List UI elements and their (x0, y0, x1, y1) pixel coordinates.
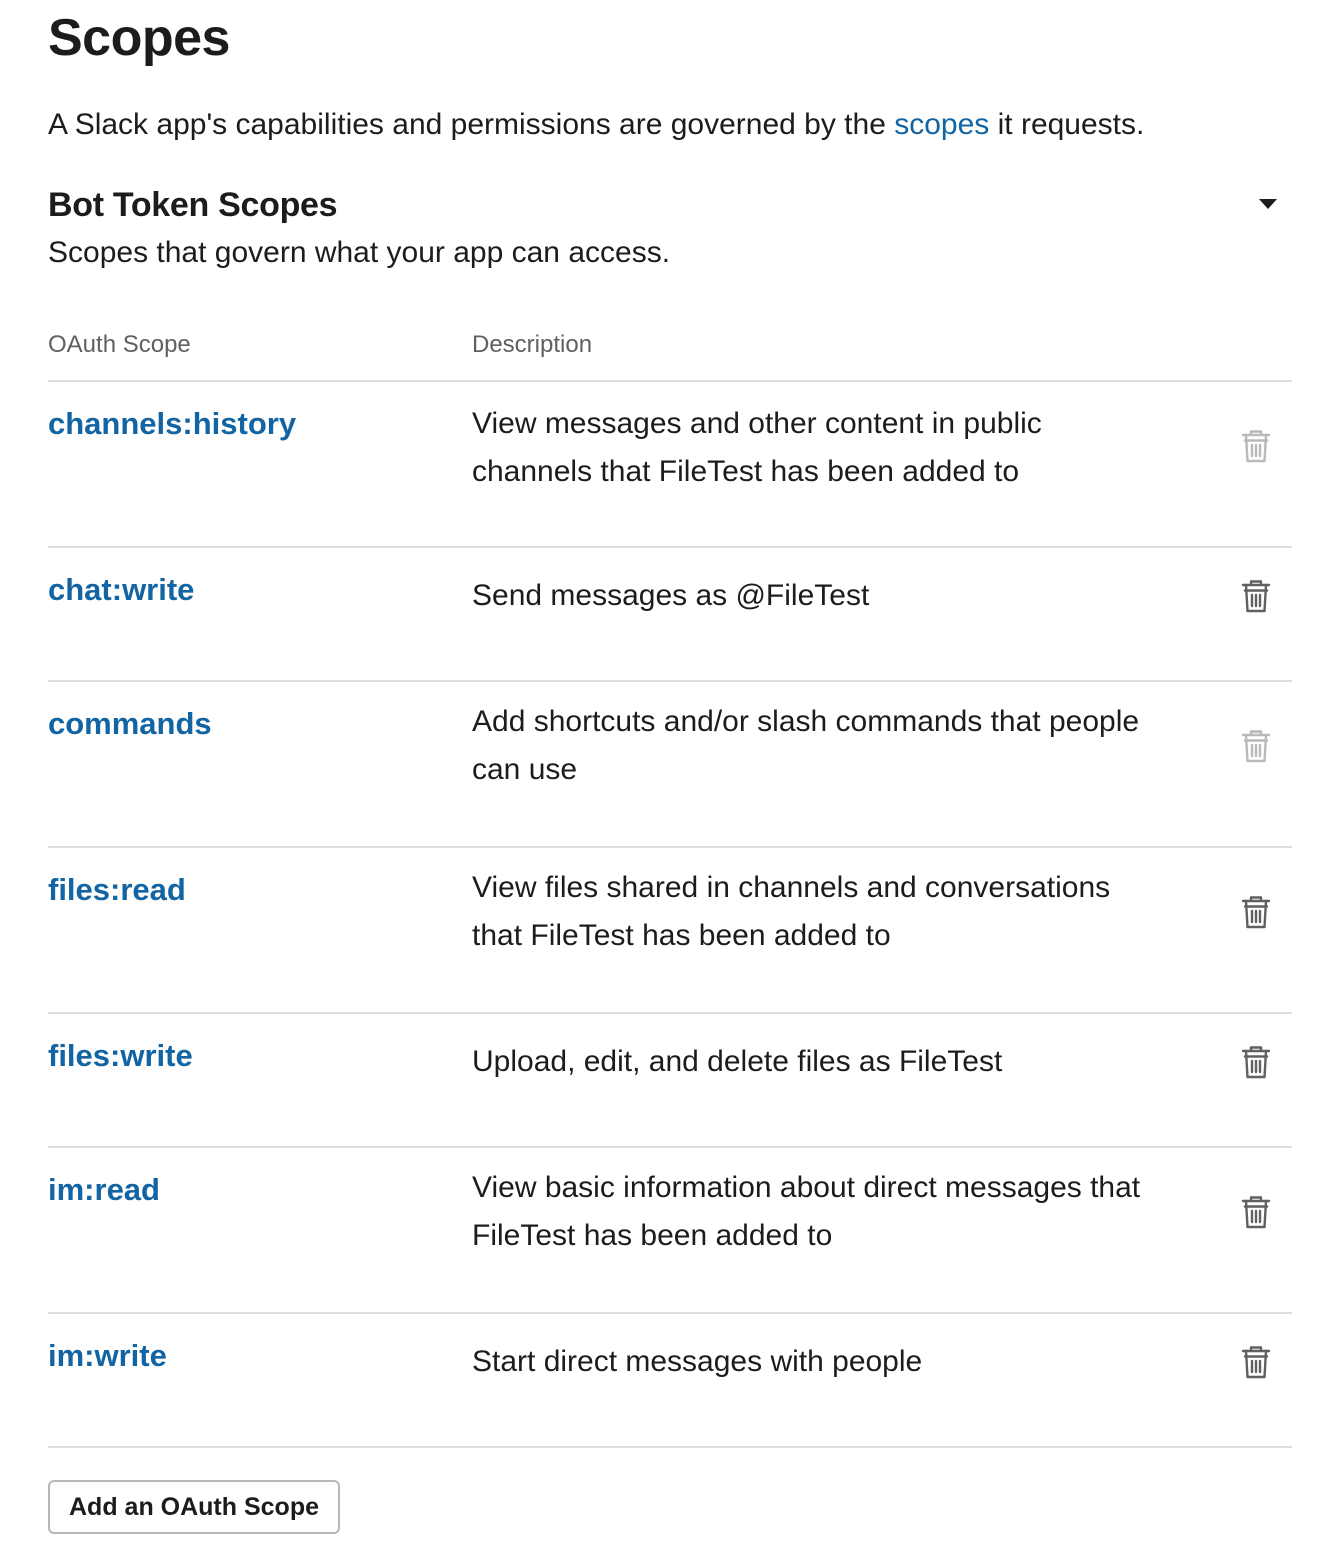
scope-name[interactable]: channels:history (48, 404, 296, 444)
scope-row-channels-history: channels:history View messages and other… (48, 382, 1292, 548)
column-header-oauth-scope: OAuth Scope (48, 331, 191, 358)
scope-description: View basic information about direct mess… (472, 1171, 1141, 1252)
trash-icon (1240, 728, 1272, 764)
scope-name[interactable]: commands (48, 704, 212, 744)
scope-row-im-write: im:write Start direct messages with peop… (48, 1314, 1292, 1448)
intro-text-start: A Slack app's capabilities and permissio… (48, 108, 895, 141)
intro-text: A Slack app's capabilities and permissio… (48, 104, 1144, 146)
scope-row-files-read: files:read View files shared in channels… (48, 848, 1292, 1014)
scope-row-chat-write: chat:write Send messages as @FileTest (48, 548, 1292, 682)
scope-description: View messages and other content in publi… (472, 407, 1042, 488)
trash-icon[interactable] (1240, 1194, 1272, 1230)
add-oauth-scope-button[interactable]: Add an OAuth Scope (48, 1480, 340, 1534)
scopes-table-header: OAuth Scope Description (48, 326, 1292, 382)
scope-description: Send messages as @FileTest (472, 579, 870, 612)
scope-description: Upload, edit, and delete files as FileTe… (472, 1045, 1003, 1078)
trash-icon (1240, 428, 1272, 464)
bot-token-scopes-title: Bot Token Scopes (48, 186, 338, 224)
scope-row-commands: commands Add shortcuts and/or slash comm… (48, 682, 1292, 848)
page-title: Scopes (48, 9, 230, 67)
scope-name[interactable]: im:write (48, 1336, 167, 1376)
scope-name[interactable]: files:write (48, 1036, 193, 1076)
scope-description: Add shortcuts and/or slash commands that… (472, 705, 1140, 786)
scope-description: Start direct messages with people (472, 1345, 923, 1378)
scope-row-im-read: im:read View basic information about dir… (48, 1148, 1292, 1314)
caret-down-icon[interactable] (1254, 192, 1282, 216)
scopes-link[interactable]: scopes (894, 108, 989, 141)
intro-text-end: it requests. (989, 108, 1145, 141)
trash-icon[interactable] (1240, 1044, 1272, 1080)
scope-name[interactable]: files:read (48, 870, 186, 910)
scope-description: View files shared in channels and conver… (472, 871, 1111, 952)
bot-token-scopes-description: Scopes that govern what your app can acc… (48, 236, 671, 269)
column-header-description: Description (472, 331, 593, 358)
trash-icon[interactable] (1240, 894, 1272, 930)
trash-icon[interactable] (1240, 1344, 1272, 1380)
trash-icon[interactable] (1240, 578, 1272, 614)
scope-name[interactable]: im:read (48, 1170, 160, 1210)
scope-name[interactable]: chat:write (48, 570, 194, 610)
scope-row-files-write: files:write Upload, edit, and delete fil… (48, 1014, 1292, 1148)
